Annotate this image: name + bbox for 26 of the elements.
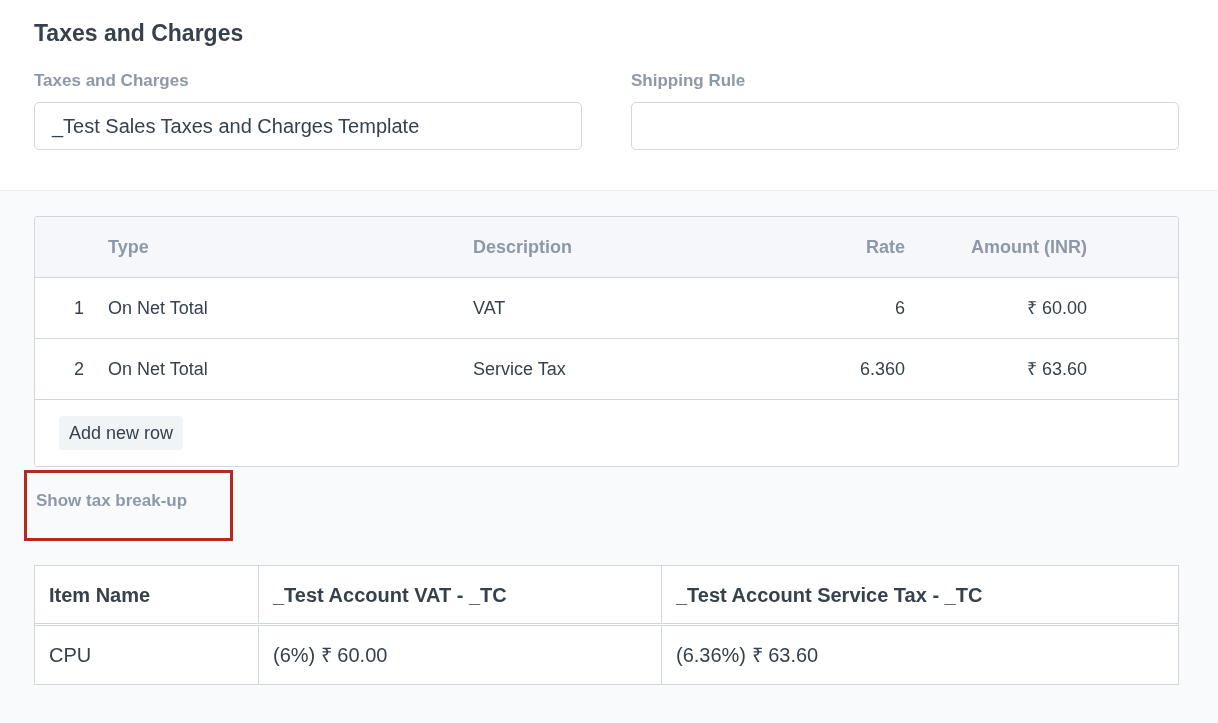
table-cell-text: (6%) ₹ 60.00 <box>273 643 388 668</box>
field-label: Shipping Rule <box>631 70 747 92</box>
table-cell-text: (6.36%) ₹ 63.60 <box>676 643 819 668</box>
column-header: Description <box>473 236 573 257</box>
column-header: Rate <box>866 236 905 257</box>
column-header: Type <box>108 236 149 257</box>
field-label: Taxes and Charges <box>34 70 190 92</box>
table-cell: On Net Total <box>108 358 208 379</box>
table-cell: On Net Total <box>108 297 208 318</box>
input-field[interactable] <box>631 102 1179 150</box>
column-header: _Test Account Service Tax - _TC <box>676 582 983 608</box>
table-cell: 6 <box>895 297 905 318</box>
table-cell-text: CPU <box>49 643 92 668</box>
table-cell: ₹ 63.60 <box>1026 358 1087 379</box>
column-header: Amount (INR) <box>971 236 1087 257</box>
table-cell: 6.360 <box>859 358 905 379</box>
column-header: Item Name <box>49 582 151 608</box>
section-title: Taxes and Charges <box>34 19 245 48</box>
input-field[interactable]: _Test Sales Taxes and Charges Template <box>34 102 582 150</box>
add-row-button[interactable]: Add new row <box>59 416 184 450</box>
row-number: 2 <box>74 358 84 379</box>
row-number: 1 <box>74 297 84 318</box>
table-cell: VAT <box>473 297 506 318</box>
table-cell: ₹ 60.00 <box>1026 297 1087 318</box>
table-cell: Service Tax <box>473 358 566 379</box>
column-header: _Test Account VAT - _TC <box>273 582 507 608</box>
